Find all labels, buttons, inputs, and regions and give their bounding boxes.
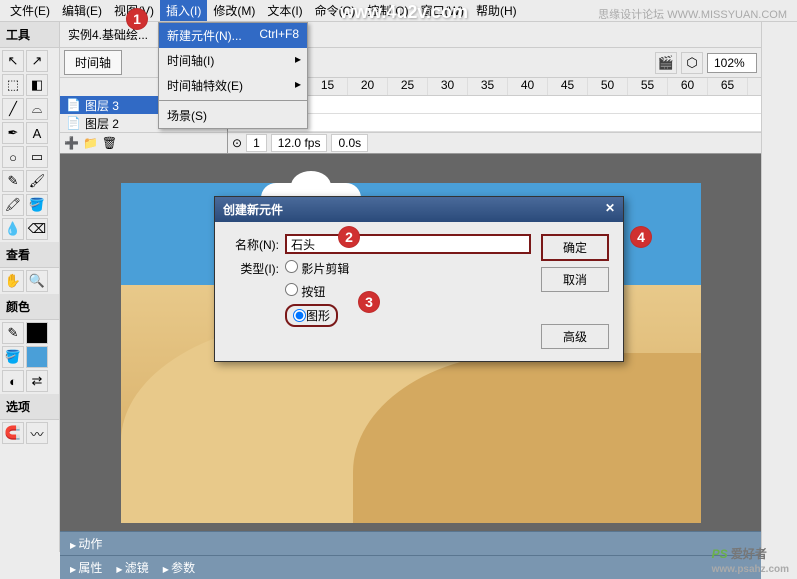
eraser-tool-icon[interactable]: ⌫ bbox=[26, 218, 48, 240]
zoom-tool-icon[interactable]: 🔍 bbox=[26, 270, 48, 292]
create-symbol-dialog: 创建新元件 ✕ 名称(N): 类型(I): 影片剪辑 按钮 图形 确定 取消 高… bbox=[214, 196, 624, 362]
radio-graphic[interactable] bbox=[293, 307, 306, 324]
symbol-icon[interactable]: ⬡ bbox=[681, 52, 703, 74]
cancel-button[interactable]: 取消 bbox=[541, 267, 609, 292]
onion-icon[interactable]: ⊙ bbox=[232, 136, 242, 150]
view-title: 查看 bbox=[0, 242, 59, 268]
insert-menu-dropdown: 新建元件(N)...Ctrl+F8时间轴(I)时间轴特效(E) 场景(S) bbox=[158, 22, 308, 129]
gradient-tool-icon[interactable]: ◧ bbox=[26, 74, 48, 96]
ok-button[interactable]: 确定 bbox=[541, 234, 609, 261]
actions-panel-header[interactable]: 动作 bbox=[60, 531, 761, 555]
fill-color-icon[interactable]: 🪣 bbox=[2, 346, 24, 368]
scene-icon[interactable]: 🎬 bbox=[655, 52, 677, 74]
right-sidebar bbox=[761, 22, 797, 552]
line-tool-icon[interactable]: ╱ bbox=[2, 98, 24, 120]
tools-title: 工具 bbox=[0, 22, 59, 48]
menu-item[interactable]: 新建元件(N)...Ctrl+F8 bbox=[159, 23, 307, 48]
eyedropper-tool-icon[interactable]: 💧 bbox=[2, 218, 24, 240]
hand-tool-icon[interactable]: ✋ bbox=[2, 270, 24, 292]
stroke-color-icon[interactable]: ✎ bbox=[2, 322, 24, 344]
brush-tool-icon[interactable]: 🖌 bbox=[26, 170, 48, 192]
name-label: 名称(N): bbox=[229, 236, 279, 253]
options-title: 选项 bbox=[0, 394, 59, 420]
lasso-tool-icon[interactable]: ⌓ bbox=[26, 98, 48, 120]
current-frame: 1 bbox=[246, 134, 267, 152]
dialog-title-text: 创建新元件 bbox=[223, 201, 283, 218]
radio-movieclip[interactable] bbox=[285, 260, 298, 273]
smooth-icon[interactable]: 〰 bbox=[26, 422, 48, 444]
add-layer-icon[interactable]: ➕ bbox=[64, 136, 79, 150]
fps-display: 12.0 fps bbox=[271, 134, 328, 152]
ink-tool-icon[interactable]: 🖍 bbox=[2, 194, 24, 216]
delete-layer-icon[interactable]: 🗑 bbox=[102, 136, 117, 150]
tools-sidebar: 工具 ↖ ↗ ⬚ ◧ ╱ ⌓ ✒ A ○ ▭ ✎ 🖌 🖍 🪣 💧 ⌫ 查看 ✋ … bbox=[0, 22, 60, 552]
menu-item[interactable]: 时间轴(I) bbox=[159, 48, 307, 73]
menu-item[interactable]: 场景(S) bbox=[159, 103, 307, 128]
callout-2: 2 bbox=[338, 226, 360, 248]
symbol-name-input[interactable] bbox=[285, 234, 531, 254]
zoom-input[interactable]: 102% bbox=[707, 53, 757, 73]
pen-tool-icon[interactable]: ✒ bbox=[2, 122, 24, 144]
close-icon[interactable]: ✕ bbox=[605, 201, 615, 218]
type-label: 类型(I): bbox=[229, 260, 279, 277]
psahz-watermark: PS 爱好者 www.psahz.com bbox=[712, 541, 789, 575]
arrow-tool-icon[interactable]: ↖ bbox=[2, 50, 24, 72]
oval-tool-icon[interactable]: ○ bbox=[2, 146, 24, 168]
layer-controls: ➕ 📁 🗑 bbox=[60, 132, 227, 152]
free-transform-icon[interactable]: ⬚ bbox=[2, 74, 24, 96]
snap-icon[interactable]: 🧲 bbox=[2, 422, 24, 444]
stroke-swatch[interactable] bbox=[26, 322, 48, 344]
add-folder-icon[interactable]: 📁 bbox=[83, 136, 98, 150]
menu-1[interactable]: 编辑(E) bbox=[56, 0, 108, 21]
timeline-toggle-button[interactable]: 时间轴 bbox=[64, 50, 122, 75]
dialog-titlebar[interactable]: 创建新元件 ✕ bbox=[215, 197, 623, 222]
bw-icon[interactable]: ◐ bbox=[2, 370, 24, 392]
callout-4: 4 bbox=[630, 226, 652, 248]
rect-tool-icon[interactable]: ▭ bbox=[26, 146, 48, 168]
text-tool-icon[interactable]: A bbox=[26, 122, 48, 144]
menu-9[interactable]: 帮助(H) bbox=[470, 0, 523, 21]
bucket-tool-icon[interactable]: 🪣 bbox=[26, 194, 48, 216]
radio-button[interactable] bbox=[285, 283, 298, 296]
watermark-right: 思缘设计论坛 WWW.MISSYUAN.COM bbox=[598, 6, 787, 22]
fill-swatch[interactable] bbox=[26, 346, 48, 368]
menu-item[interactable]: 时间轴特效(E) bbox=[159, 73, 307, 98]
pencil-tool-icon[interactable]: ✎ bbox=[2, 170, 24, 192]
menu-0[interactable]: 文件(E) bbox=[4, 0, 56, 21]
properties-panel-header[interactable]: 属性滤镜参数 bbox=[60, 555, 761, 579]
bottom-panels: 动作 属性滤镜参数 bbox=[60, 531, 761, 579]
subselect-tool-icon[interactable]: ↗ bbox=[26, 50, 48, 72]
callout-1: 1 bbox=[126, 8, 148, 30]
watermark-url: www.4u2v.com bbox=[340, 2, 468, 23]
timeline-status: ⊙ 1 12.0 fps 0.0s bbox=[228, 132, 761, 152]
menu-4[interactable]: 修改(M) bbox=[207, 0, 261, 21]
callout-3: 3 bbox=[358, 291, 380, 313]
time-display: 0.0s bbox=[331, 134, 368, 152]
menu-5[interactable]: 文本(I) bbox=[261, 0, 308, 21]
tools-grid: ↖ ↗ ⬚ ◧ ╱ ⌓ ✒ A ○ ▭ ✎ 🖌 🖍 🪣 💧 ⌫ bbox=[0, 48, 59, 242]
advanced-button[interactable]: 高级 bbox=[541, 324, 609, 349]
swap-icon[interactable]: ⇄ bbox=[26, 370, 48, 392]
menu-3[interactable]: 插入(I) bbox=[160, 0, 207, 21]
color-title: 颜色 bbox=[0, 294, 59, 320]
